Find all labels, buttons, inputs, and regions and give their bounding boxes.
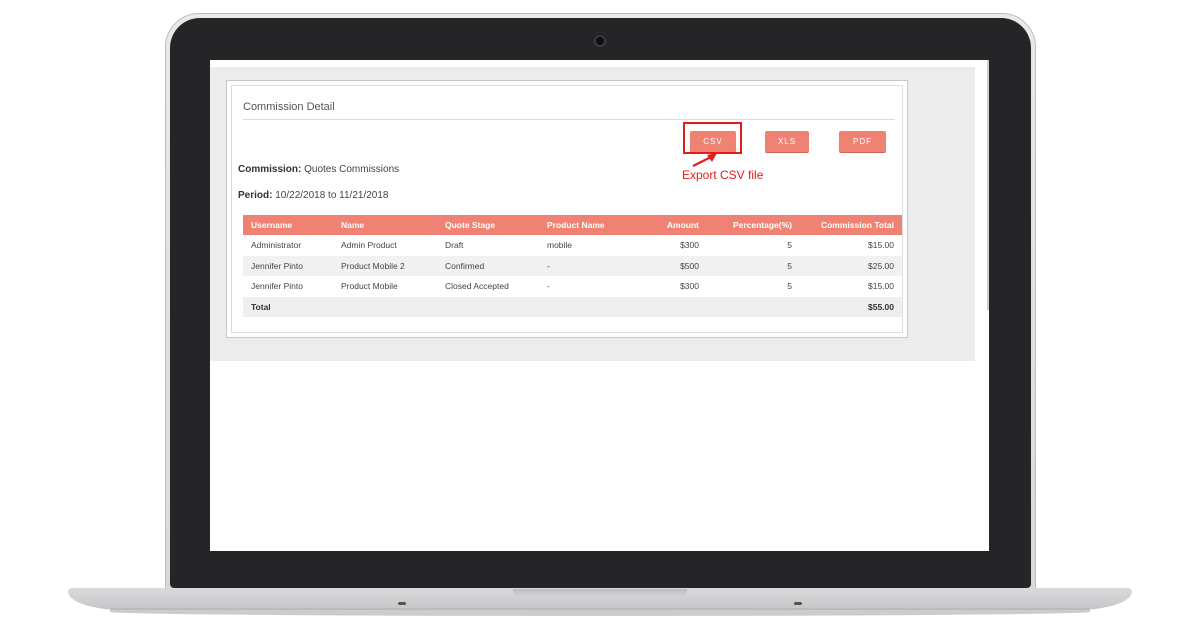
cell-product-name: -	[547, 281, 550, 292]
cell-amount: $300	[680, 240, 699, 251]
export-csv-callout: Export CSV file	[682, 168, 764, 182]
cell-quote-stage: Confirmed	[437, 255, 539, 276]
cell-username: Jennifer Pinto	[251, 281, 303, 292]
total-value: $55.00	[800, 296, 902, 317]
table-row: Jennifer Pinto Product Mobile 2 Confirme…	[243, 255, 902, 276]
column-header[interactable]: Name	[333, 215, 437, 235]
period-info: Period: 10/22/2018 to 11/21/2018	[238, 190, 389, 201]
period-label: Period:	[238, 190, 273, 201]
cell-commission-total: $25.00	[800, 255, 902, 276]
cell-name: Admin Product	[341, 240, 397, 251]
laptop-foot	[398, 602, 406, 605]
commission-value: Quotes Commissions	[304, 164, 400, 175]
cell-name: Product Mobile 2	[333, 255, 437, 276]
cell-percentage: 5	[787, 281, 792, 292]
panel-title: Commission Detail	[243, 101, 335, 113]
export-pdf-button[interactable]: PDF	[839, 131, 886, 152]
cell-empty	[707, 296, 800, 317]
csv-highlight-box	[683, 122, 742, 154]
column-header[interactable]: Commission Total	[800, 215, 902, 235]
panel-body: Commission Detail CSV XLS PDF Export CSV…	[231, 85, 903, 333]
export-xls-button[interactable]: XLS	[765, 131, 809, 152]
column-header[interactable]: Username	[243, 215, 333, 235]
commission-label: Commission:	[238, 164, 302, 175]
cell-empty	[437, 296, 539, 317]
cell-quote-stage: Closed Accepted	[445, 281, 509, 292]
column-header[interactable]: Product Name	[539, 215, 635, 235]
cell-empty	[635, 296, 707, 317]
scrollbar[interactable]	[987, 60, 989, 310]
table-row: Administrator Admin Product Draft mobile…	[243, 235, 902, 256]
cell-amount: $500	[635, 255, 707, 276]
cell-percentage: 5	[787, 240, 792, 251]
table-row: Jennifer Pinto Product Mobile Closed Acc…	[243, 276, 902, 297]
cell-amount: $300	[680, 281, 699, 292]
laptop-shadow	[110, 608, 1090, 616]
cell-product-name: mobile	[547, 240, 573, 251]
commission-detail-panel: Commission Detail CSV XLS PDF Export CSV…	[226, 80, 908, 338]
cell-product-name: -	[539, 255, 635, 276]
cell-name: Product Mobile	[341, 281, 398, 292]
total-label: Total	[243, 296, 333, 317]
period-value: 10/22/2018 to 11/21/2018	[275, 190, 389, 201]
title-divider	[243, 119, 895, 120]
column-header[interactable]: Percentage(%)	[707, 215, 800, 235]
column-header[interactable]: Amount	[635, 215, 707, 235]
commission-info: Commission: Quotes Commissions	[238, 164, 399, 175]
commission-table: Username Name Quote Stage Product Name A…	[243, 215, 902, 317]
webcam-icon	[594, 35, 606, 47]
cell-percentage: 5	[707, 255, 800, 276]
cell-quote-stage: Draft	[445, 240, 464, 251]
cell-empty	[539, 296, 635, 317]
cell-username: Administrator	[251, 240, 302, 251]
cell-username: Jennifer Pinto	[243, 255, 333, 276]
laptop-notch	[513, 589, 687, 598]
cell-commission-total: $15.00	[868, 281, 894, 292]
table-header-row: Username Name Quote Stage Product Name A…	[243, 215, 902, 235]
table-total-row: Total $55.00	[243, 296, 902, 317]
column-header[interactable]: Quote Stage	[437, 215, 539, 235]
cell-empty	[333, 296, 437, 317]
laptop-foot	[794, 602, 802, 605]
screen: Commission Detail CSV XLS PDF Export CSV…	[210, 60, 989, 551]
cell-commission-total: $15.00	[868, 240, 894, 251]
